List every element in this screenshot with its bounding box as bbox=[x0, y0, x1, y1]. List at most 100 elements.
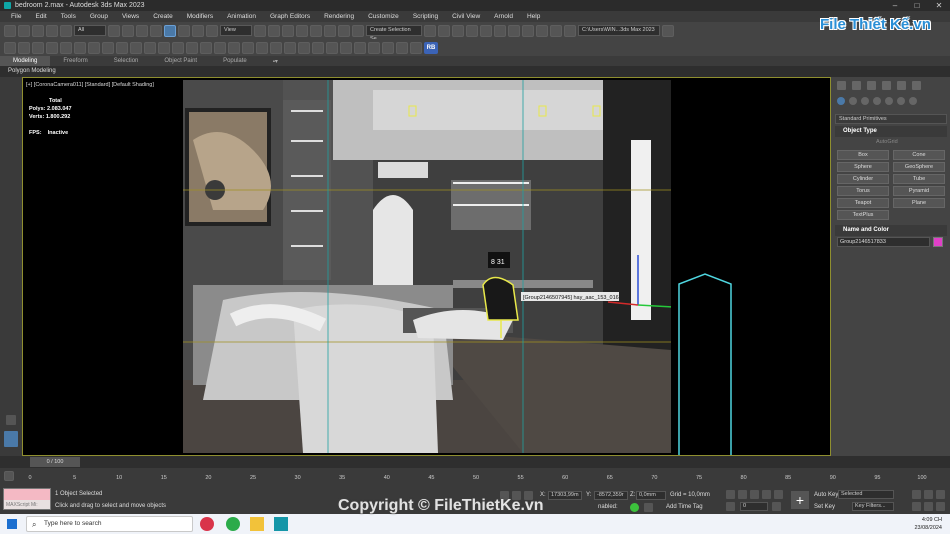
menu-rendering[interactable]: Rendering bbox=[317, 13, 361, 20]
plane-button[interactable]: Plane bbox=[893, 198, 945, 208]
corona-camera-icon[interactable] bbox=[242, 41, 254, 54]
key-selection-dropdown[interactable]: Selected bbox=[838, 490, 894, 499]
ribbon-tab-freeform[interactable]: Freeform bbox=[50, 58, 100, 64]
viewport-layout-arrow-icon[interactable] bbox=[6, 415, 16, 425]
zoom-extents-icon[interactable] bbox=[936, 490, 945, 499]
media-app-icon[interactable] bbox=[200, 517, 214, 531]
menu-customize[interactable]: Customize bbox=[361, 13, 406, 20]
group-icon[interactable] bbox=[410, 41, 422, 54]
window-crossing-icon[interactable] bbox=[150, 24, 162, 37]
toggle-ribbon-icon[interactable] bbox=[466, 24, 478, 37]
rect-selection-icon[interactable] bbox=[136, 24, 148, 37]
snaps-toggle-icon[interactable] bbox=[296, 24, 308, 37]
spacewarps-category-icon[interactable] bbox=[897, 97, 905, 105]
corona-light-icon[interactable] bbox=[228, 41, 240, 54]
layer-explorer-icon[interactable] bbox=[452, 24, 464, 37]
edit-named-sets-icon[interactable] bbox=[352, 24, 364, 37]
sphere-button[interactable]: Sphere bbox=[837, 162, 889, 172]
named-selection-dropdown[interactable]: Create Selection Se bbox=[366, 25, 422, 42]
degradation-toggle-icon[interactable] bbox=[630, 503, 639, 512]
project-path-dropdown[interactable]: C:\Users\WIN...3ds Max 2023 bbox=[578, 25, 660, 36]
time-slider[interactable]: 0 / 100 bbox=[30, 457, 80, 467]
folder-icon[interactable] bbox=[564, 24, 576, 37]
field-of-view-icon[interactable] bbox=[912, 502, 921, 511]
cone-button[interactable]: Cone bbox=[893, 150, 945, 160]
selection-filter-dropdown[interactable]: All bbox=[74, 25, 106, 36]
render-setup-icon[interactable] bbox=[522, 24, 534, 37]
corona-sun-icon[interactable] bbox=[256, 41, 268, 54]
close-button[interactable]: ✕ bbox=[928, 0, 950, 11]
zoom-icon[interactable] bbox=[912, 490, 921, 499]
primitive-type-dropdown[interactable]: Standard Primitives bbox=[835, 114, 947, 124]
select-place-icon[interactable] bbox=[206, 24, 218, 37]
z-coordinate-field[interactable]: 0,0mm bbox=[636, 491, 666, 500]
array-icon[interactable] bbox=[326, 41, 338, 54]
textplus-button[interactable]: TextPlus bbox=[837, 210, 889, 220]
utilities-tab-icon[interactable] bbox=[912, 81, 921, 90]
time-config-icon[interactable] bbox=[772, 502, 781, 511]
railclone-button[interactable]: RB bbox=[424, 41, 438, 54]
shapes-icon[interactable] bbox=[849, 97, 857, 105]
3ds-max-taskbar-icon[interactable] bbox=[274, 517, 288, 531]
scene-explorer-icon[interactable] bbox=[4, 41, 16, 54]
material-icon[interactable] bbox=[32, 41, 44, 54]
redo-icon[interactable] bbox=[18, 24, 30, 37]
select-rotate-icon[interactable] bbox=[178, 24, 190, 37]
menu-arnold[interactable]: Arnold bbox=[487, 13, 520, 20]
orbit-icon[interactable] bbox=[936, 502, 945, 511]
link-icon[interactable] bbox=[32, 24, 44, 37]
align-view-icon[interactable] bbox=[312, 41, 324, 54]
maxscript-output[interactable] bbox=[4, 489, 50, 500]
menu-file[interactable]: File bbox=[4, 13, 28, 20]
helpers-category-icon[interactable] bbox=[885, 97, 893, 105]
unlink-icon[interactable] bbox=[46, 24, 58, 37]
viewport-layout-icon[interactable] bbox=[4, 431, 18, 447]
menu-modifiers[interactable]: Modifiers bbox=[180, 13, 220, 20]
systems-icon[interactable] bbox=[116, 41, 128, 54]
ribbon-tab-modeling[interactable]: Modeling bbox=[0, 56, 51, 66]
goto-start-icon[interactable] bbox=[726, 490, 735, 499]
menu-tools[interactable]: Tools bbox=[54, 13, 83, 20]
isolate-icon[interactable] bbox=[130, 41, 142, 54]
set-key-button[interactable]: Set Key bbox=[814, 504, 835, 510]
maximize-button[interactable]: □ bbox=[906, 0, 928, 11]
auto-key-button[interactable]: Auto Key bbox=[814, 492, 838, 498]
help-icon[interactable] bbox=[270, 41, 282, 54]
viewport-label[interactable]: [+] [CoronaCamera011] [Standard] [Defaul… bbox=[26, 82, 154, 88]
snap-icon[interactable] bbox=[46, 41, 58, 54]
zoom-all-icon[interactable] bbox=[924, 490, 933, 499]
bind-spacewarp-icon[interactable] bbox=[60, 24, 72, 37]
motion-tab-icon[interactable] bbox=[882, 81, 891, 90]
tube-button[interactable]: Tube bbox=[893, 174, 945, 184]
snapshot-icon[interactable] bbox=[368, 41, 380, 54]
play-icon[interactable] bbox=[750, 490, 759, 499]
next-frame-icon[interactable] bbox=[762, 490, 771, 499]
space-warp-icon[interactable] bbox=[102, 41, 114, 54]
mini-curve-editor-icon[interactable] bbox=[4, 471, 14, 481]
corona-render-icon[interactable] bbox=[172, 41, 184, 54]
transform-gizmo-icon[interactable] bbox=[284, 41, 296, 54]
reference-coord-dropdown[interactable]: View bbox=[220, 25, 252, 36]
corona-converter-icon[interactable] bbox=[200, 41, 212, 54]
ribbon-tab-selection[interactable]: Selection bbox=[101, 58, 152, 64]
menu-graph-editors[interactable]: Graph Editors bbox=[263, 13, 317, 20]
menu-views[interactable]: Views bbox=[115, 13, 146, 20]
menu-civil-view[interactable]: Civil View bbox=[445, 13, 487, 20]
menu-scripting[interactable]: Scripting bbox=[406, 13, 445, 20]
ribbon-tab-object-paint[interactable]: Object Paint bbox=[151, 58, 210, 64]
ribbon-options-icon[interactable]: ▪▾ bbox=[260, 58, 291, 65]
pan-view-icon[interactable] bbox=[924, 502, 933, 511]
menu-animation[interactable]: Animation bbox=[220, 13, 263, 20]
goto-end-icon[interactable] bbox=[774, 490, 783, 499]
layer-manager-icon[interactable] bbox=[18, 41, 30, 54]
select-object-icon[interactable] bbox=[108, 24, 120, 37]
menu-create[interactable]: Create bbox=[146, 13, 180, 20]
create-tab-icon[interactable] bbox=[837, 81, 846, 90]
minimize-button[interactable]: – bbox=[884, 0, 906, 11]
ruler-icon[interactable] bbox=[382, 41, 394, 54]
previous-frame-icon[interactable] bbox=[738, 490, 747, 499]
select-move-icon[interactable] bbox=[164, 24, 176, 37]
corona-proxy-icon[interactable] bbox=[214, 41, 226, 54]
windows-start-icon[interactable] bbox=[7, 519, 17, 529]
schematic-view-icon[interactable] bbox=[494, 24, 506, 37]
